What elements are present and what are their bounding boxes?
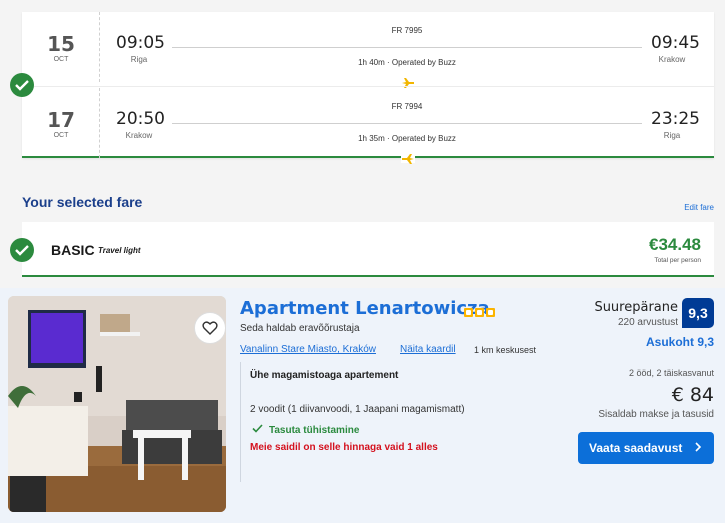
hotel-card: Apartment Lenartowicza Seda haldab eravõ… — [0, 288, 725, 523]
free-cancellation-label: Tasuta tühistamine — [269, 425, 360, 436]
host-type: Seda haldab eravõõrustaja — [240, 323, 360, 334]
star-icon — [464, 308, 473, 317]
return-date: 17 OCT — [22, 88, 100, 158]
outbound-departure-time: 09:05 — [116, 33, 165, 53]
return-arrival-time: 23:25 — [651, 109, 700, 129]
fare-price-note: Total per person — [654, 257, 701, 264]
outbound-duration: 1h 40m · Operated by Buzz — [358, 58, 456, 67]
fare-tagline: Travel light — [98, 246, 141, 255]
favorite-heart-button[interactable] — [194, 312, 226, 344]
show-on-map-link[interactable]: Näita kaardil — [400, 344, 456, 355]
checkmark-icon — [252, 424, 263, 436]
outbound-date: 15 OCT — [22, 12, 100, 82]
return-day: 17 — [47, 108, 75, 132]
scarcity-warning: Meie saidil on selle hinnaga vaid 1 alle… — [250, 442, 438, 453]
return-flight: 17 OCT 20:50 Krakow FR 7994 1h 35m · Ope… — [22, 88, 714, 164]
see-availability-button[interactable]: Vaata saadavust — [578, 432, 714, 464]
check-icon — [10, 73, 34, 97]
outbound-arrival-time: 09:45 — [651, 33, 700, 53]
taxes-note: Sisaldab makse ja tasusid — [598, 409, 714, 420]
return-departure-city: Krakow — [125, 131, 153, 140]
return-flight-number: FR 7994 — [391, 102, 423, 111]
outbound-flight-number: FR 7995 — [391, 26, 423, 35]
hotel-name-link[interactable]: Apartment Lenartowicza — [240, 298, 490, 319]
fare-name: BASIC — [51, 242, 95, 258]
room-type: Ühe magamistoaga apartement — [250, 370, 399, 381]
return-duration: 1h 35m · Operated by Buzz — [358, 134, 456, 143]
review-score-badge: 9,3 — [682, 298, 714, 328]
return-departure-time: 20:50 — [116, 109, 165, 129]
stay-duration-guests: 2 ööd, 2 täiskasvanut — [628, 368, 714, 378]
return-month: OCT — [53, 132, 69, 139]
star-rating — [464, 304, 497, 322]
hotel-price: € 84 — [671, 384, 714, 406]
flight-itinerary-card: 15 OCT 09:05 Riga FR 7995 1h 40m · Opera… — [22, 12, 714, 164]
leg-divider — [22, 86, 714, 87]
room-details-divider — [240, 362, 241, 482]
chevron-right-icon — [695, 432, 702, 464]
review-count: 220 arvustust — [617, 317, 678, 328]
outbound-arrival-city: Krakow — [658, 55, 686, 64]
plane-icon — [401, 151, 415, 164]
free-cancellation: Tasuta tühistamine — [252, 424, 359, 436]
outbound-month: OCT — [53, 56, 69, 63]
outbound-departure-city: Riga — [130, 55, 148, 64]
see-availability-label: Vaata saadavust — [589, 441, 683, 455]
hotel-location-link[interactable]: Vanalinn Stare Miasto, Kraków — [240, 344, 376, 355]
distance-from-center: 1 km keskusest — [474, 345, 537, 355]
return-arrival-city: Riga — [663, 131, 681, 140]
return-route-line — [172, 123, 642, 164]
outbound-route-line — [172, 47, 642, 88]
star-icon — [475, 308, 484, 317]
star-icon — [486, 308, 495, 317]
edit-fare-link[interactable]: Edit fare — [684, 203, 714, 212]
fare-price: €34.48 — [649, 235, 701, 254]
hotel-photo[interactable] — [8, 296, 226, 512]
check-icon — [10, 238, 34, 262]
outbound-flight: 15 OCT 09:05 Riga FR 7995 1h 40m · Opera… — [22, 12, 714, 88]
location-score: Asukoht 9,3 — [645, 335, 714, 349]
selected-fare-heading: Your selected fare — [22, 194, 143, 210]
outbound-day: 15 — [47, 32, 75, 56]
fare-card: BASIC Travel light €34.48 Total per pers… — [22, 222, 714, 277]
bed-info: 2 voodit (1 diivanvoodi, 1 Jaapani magam… — [250, 404, 465, 415]
review-score-word: Suurepärane — [594, 300, 678, 315]
